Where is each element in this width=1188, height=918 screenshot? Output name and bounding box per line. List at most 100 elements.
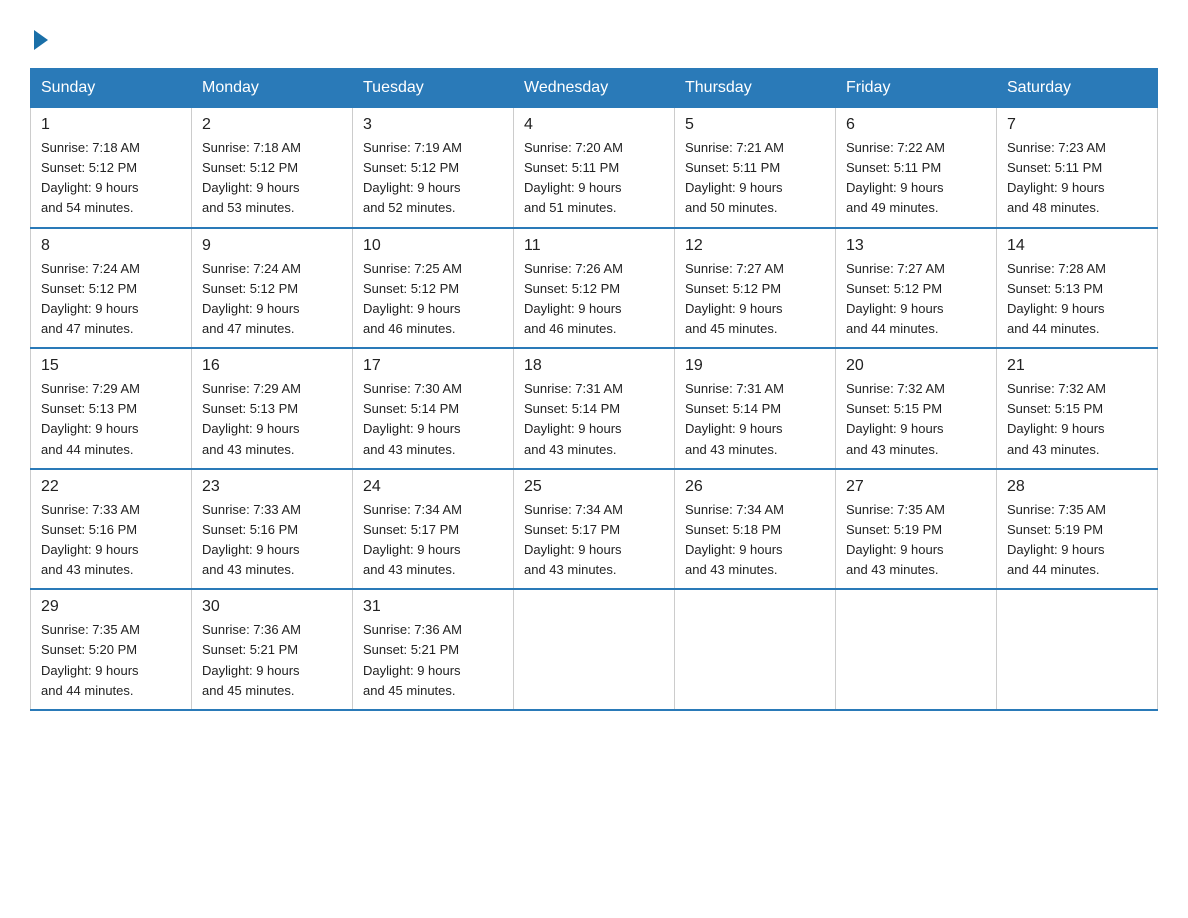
day-info: Sunrise: 7:25 AMSunset: 5:12 PMDaylight:… bbox=[363, 259, 503, 340]
day-cell: 27 Sunrise: 7:35 AMSunset: 5:19 PMDaylig… bbox=[836, 469, 997, 590]
week-row-2: 8 Sunrise: 7:24 AMSunset: 5:12 PMDayligh… bbox=[31, 228, 1158, 349]
header-row: SundayMondayTuesdayWednesdayThursdayFrid… bbox=[31, 69, 1158, 108]
day-info: Sunrise: 7:18 AMSunset: 5:12 PMDaylight:… bbox=[202, 138, 342, 219]
day-cell: 7 Sunrise: 7:23 AMSunset: 5:11 PMDayligh… bbox=[997, 108, 1158, 228]
day-number: 9 bbox=[202, 237, 342, 255]
day-cell: 24 Sunrise: 7:34 AMSunset: 5:17 PMDaylig… bbox=[353, 469, 514, 590]
day-number: 28 bbox=[1007, 478, 1147, 496]
day-cell: 11 Sunrise: 7:26 AMSunset: 5:12 PMDaylig… bbox=[514, 228, 675, 349]
day-number: 27 bbox=[846, 478, 986, 496]
weekday-header-saturday: Saturday bbox=[997, 69, 1158, 108]
day-cell: 30 Sunrise: 7:36 AMSunset: 5:21 PMDaylig… bbox=[192, 589, 353, 710]
day-info: Sunrise: 7:29 AMSunset: 5:13 PMDaylight:… bbox=[202, 379, 342, 460]
day-cell: 3 Sunrise: 7:19 AMSunset: 5:12 PMDayligh… bbox=[353, 108, 514, 228]
day-number: 15 bbox=[41, 357, 181, 375]
day-info: Sunrise: 7:20 AMSunset: 5:11 PMDaylight:… bbox=[524, 138, 664, 219]
day-info: Sunrise: 7:23 AMSunset: 5:11 PMDaylight:… bbox=[1007, 138, 1147, 219]
day-number: 14 bbox=[1007, 237, 1147, 255]
day-number: 31 bbox=[363, 598, 503, 616]
day-cell: 13 Sunrise: 7:27 AMSunset: 5:12 PMDaylig… bbox=[836, 228, 997, 349]
day-info: Sunrise: 7:35 AMSunset: 5:19 PMDaylight:… bbox=[846, 500, 986, 581]
day-cell: 6 Sunrise: 7:22 AMSunset: 5:11 PMDayligh… bbox=[836, 108, 997, 228]
day-cell: 25 Sunrise: 7:34 AMSunset: 5:17 PMDaylig… bbox=[514, 469, 675, 590]
day-number: 26 bbox=[685, 478, 825, 496]
day-info: Sunrise: 7:18 AMSunset: 5:12 PMDaylight:… bbox=[41, 138, 181, 219]
day-info: Sunrise: 7:31 AMSunset: 5:14 PMDaylight:… bbox=[685, 379, 825, 460]
day-cell: 5 Sunrise: 7:21 AMSunset: 5:11 PMDayligh… bbox=[675, 108, 836, 228]
day-info: Sunrise: 7:27 AMSunset: 5:12 PMDaylight:… bbox=[685, 259, 825, 340]
day-info: Sunrise: 7:29 AMSunset: 5:13 PMDaylight:… bbox=[41, 379, 181, 460]
day-number: 23 bbox=[202, 478, 342, 496]
day-cell: 12 Sunrise: 7:27 AMSunset: 5:12 PMDaylig… bbox=[675, 228, 836, 349]
day-number: 12 bbox=[685, 237, 825, 255]
day-cell: 22 Sunrise: 7:33 AMSunset: 5:16 PMDaylig… bbox=[31, 469, 192, 590]
week-row-4: 22 Sunrise: 7:33 AMSunset: 5:16 PMDaylig… bbox=[31, 469, 1158, 590]
weekday-header-friday: Friday bbox=[836, 69, 997, 108]
week-row-3: 15 Sunrise: 7:29 AMSunset: 5:13 PMDaylig… bbox=[31, 348, 1158, 469]
day-info: Sunrise: 7:19 AMSunset: 5:12 PMDaylight:… bbox=[363, 138, 503, 219]
day-cell: 9 Sunrise: 7:24 AMSunset: 5:12 PMDayligh… bbox=[192, 228, 353, 349]
day-cell bbox=[836, 589, 997, 710]
day-info: Sunrise: 7:33 AMSunset: 5:16 PMDaylight:… bbox=[41, 500, 181, 581]
weekday-header-sunday: Sunday bbox=[31, 69, 192, 108]
day-cell bbox=[514, 589, 675, 710]
day-info: Sunrise: 7:35 AMSunset: 5:19 PMDaylight:… bbox=[1007, 500, 1147, 581]
day-number: 13 bbox=[846, 237, 986, 255]
day-info: Sunrise: 7:21 AMSunset: 5:11 PMDaylight:… bbox=[685, 138, 825, 219]
day-number: 29 bbox=[41, 598, 181, 616]
day-number: 3 bbox=[363, 116, 503, 134]
weekday-header-thursday: Thursday bbox=[675, 69, 836, 108]
day-cell: 26 Sunrise: 7:34 AMSunset: 5:18 PMDaylig… bbox=[675, 469, 836, 590]
day-cell: 17 Sunrise: 7:30 AMSunset: 5:14 PMDaylig… bbox=[353, 348, 514, 469]
day-cell: 1 Sunrise: 7:18 AMSunset: 5:12 PMDayligh… bbox=[31, 108, 192, 228]
day-number: 10 bbox=[363, 237, 503, 255]
day-cell: 10 Sunrise: 7:25 AMSunset: 5:12 PMDaylig… bbox=[353, 228, 514, 349]
day-info: Sunrise: 7:26 AMSunset: 5:12 PMDaylight:… bbox=[524, 259, 664, 340]
calendar-table: SundayMondayTuesdayWednesdayThursdayFrid… bbox=[30, 68, 1158, 711]
day-number: 19 bbox=[685, 357, 825, 375]
weekday-header-monday: Monday bbox=[192, 69, 353, 108]
day-cell: 18 Sunrise: 7:31 AMSunset: 5:14 PMDaylig… bbox=[514, 348, 675, 469]
calendar-header: SundayMondayTuesdayWednesdayThursdayFrid… bbox=[31, 69, 1158, 108]
day-cell: 21 Sunrise: 7:32 AMSunset: 5:15 PMDaylig… bbox=[997, 348, 1158, 469]
day-info: Sunrise: 7:24 AMSunset: 5:12 PMDaylight:… bbox=[202, 259, 342, 340]
logo bbox=[30, 28, 48, 50]
day-cell: 31 Sunrise: 7:36 AMSunset: 5:21 PMDaylig… bbox=[353, 589, 514, 710]
day-number: 1 bbox=[41, 116, 181, 134]
day-cell bbox=[675, 589, 836, 710]
weekday-header-wednesday: Wednesday bbox=[514, 69, 675, 108]
day-info: Sunrise: 7:36 AMSunset: 5:21 PMDaylight:… bbox=[202, 620, 342, 701]
day-info: Sunrise: 7:31 AMSunset: 5:14 PMDaylight:… bbox=[524, 379, 664, 460]
day-cell: 15 Sunrise: 7:29 AMSunset: 5:13 PMDaylig… bbox=[31, 348, 192, 469]
week-row-1: 1 Sunrise: 7:18 AMSunset: 5:12 PMDayligh… bbox=[31, 108, 1158, 228]
day-info: Sunrise: 7:34 AMSunset: 5:17 PMDaylight:… bbox=[363, 500, 503, 581]
day-cell: 16 Sunrise: 7:29 AMSunset: 5:13 PMDaylig… bbox=[192, 348, 353, 469]
day-info: Sunrise: 7:33 AMSunset: 5:16 PMDaylight:… bbox=[202, 500, 342, 581]
day-cell: 8 Sunrise: 7:24 AMSunset: 5:12 PMDayligh… bbox=[31, 228, 192, 349]
day-info: Sunrise: 7:34 AMSunset: 5:17 PMDaylight:… bbox=[524, 500, 664, 581]
day-number: 30 bbox=[202, 598, 342, 616]
day-number: 16 bbox=[202, 357, 342, 375]
calendar-body: 1 Sunrise: 7:18 AMSunset: 5:12 PMDayligh… bbox=[31, 108, 1158, 710]
day-number: 8 bbox=[41, 237, 181, 255]
day-info: Sunrise: 7:27 AMSunset: 5:12 PMDaylight:… bbox=[846, 259, 986, 340]
day-number: 24 bbox=[363, 478, 503, 496]
day-cell bbox=[997, 589, 1158, 710]
day-number: 7 bbox=[1007, 116, 1147, 134]
day-info: Sunrise: 7:28 AMSunset: 5:13 PMDaylight:… bbox=[1007, 259, 1147, 340]
day-number: 21 bbox=[1007, 357, 1147, 375]
day-number: 5 bbox=[685, 116, 825, 134]
day-number: 25 bbox=[524, 478, 664, 496]
day-number: 17 bbox=[363, 357, 503, 375]
day-number: 11 bbox=[524, 237, 664, 255]
day-cell: 23 Sunrise: 7:33 AMSunset: 5:16 PMDaylig… bbox=[192, 469, 353, 590]
day-info: Sunrise: 7:30 AMSunset: 5:14 PMDaylight:… bbox=[363, 379, 503, 460]
day-info: Sunrise: 7:24 AMSunset: 5:12 PMDaylight:… bbox=[41, 259, 181, 340]
day-info: Sunrise: 7:35 AMSunset: 5:20 PMDaylight:… bbox=[41, 620, 181, 701]
weekday-header-tuesday: Tuesday bbox=[353, 69, 514, 108]
day-number: 18 bbox=[524, 357, 664, 375]
day-cell: 14 Sunrise: 7:28 AMSunset: 5:13 PMDaylig… bbox=[997, 228, 1158, 349]
day-number: 4 bbox=[524, 116, 664, 134]
day-info: Sunrise: 7:32 AMSunset: 5:15 PMDaylight:… bbox=[846, 379, 986, 460]
day-number: 6 bbox=[846, 116, 986, 134]
